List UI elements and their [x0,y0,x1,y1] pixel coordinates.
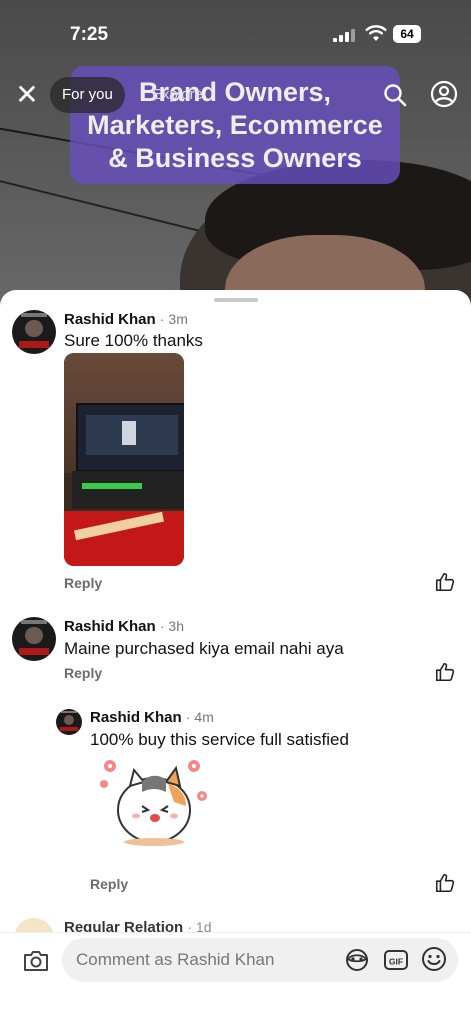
tab-for-you[interactable]: For you [50,77,125,113]
close-button[interactable]: ✕ [14,79,40,110]
emoji-icon[interactable] [421,946,447,972]
like-thumb-icon[interactable] [434,661,456,683]
comment-photo[interactable] [64,353,184,566]
comment-age: · 3h [159,618,184,634]
comment-author[interactable]: Rashid Khan · 3h [64,618,184,635]
comment-input-placeholder: Comment as Rashid Khan [76,950,275,969]
profile-icon[interactable] [430,80,458,108]
comment-age: · 3m [159,311,188,327]
wifi-icon [365,25,387,41]
battery-indicator: 64 [393,25,421,43]
comment-age: · 4m [185,709,214,725]
status-bar: 7:25 64 [0,0,471,60]
comment-text: Maine purchased kiya email nahi aya [64,639,344,658]
tab-explore[interactable]: Explore [152,86,203,103]
overlay-text: Brand Owners, Marketers, Ecommerce & Bus… [87,76,383,173]
avatar-sticker-icon[interactable] [344,948,370,972]
avatar[interactable] [56,709,82,735]
svg-text:GIF: GIF [389,957,403,967]
gif-icon[interactable]: GIF [383,948,409,972]
comment-author[interactable]: Rashid Khan · 4m [90,709,214,726]
camera-icon[interactable] [22,948,50,974]
sheet-grabber[interactable] [214,298,258,302]
reply-button[interactable]: Reply [90,876,128,892]
status-time: 7:25 [70,24,109,45]
reply-button[interactable]: Reply [64,575,102,591]
close-icon: ✕ [15,79,39,110]
comment-text: Sure 100% thanks [64,331,203,350]
like-thumb-icon[interactable] [434,872,456,894]
cat-sticker[interactable] [96,752,210,848]
avatar[interactable] [12,617,56,661]
avatar[interactable] [12,310,56,354]
comment-text: 100% buy this service full satisfied [90,730,349,749]
search-icon[interactable] [382,82,408,108]
comment-author[interactable]: Rashid Khan · 3m [64,311,188,328]
reply-button[interactable]: Reply [64,665,102,681]
like-thumb-icon[interactable] [434,571,456,593]
cellular-signal-icon [333,28,355,42]
